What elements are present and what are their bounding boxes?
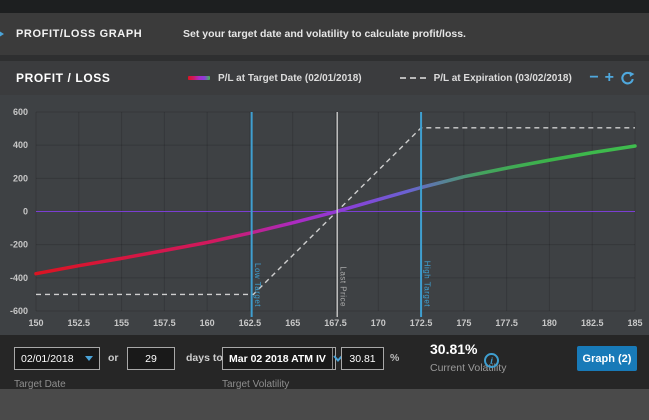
low-target-label: Low Target — [253, 263, 262, 307]
x-axis-tick-label: 160 — [200, 318, 215, 328]
y-axis-tick-label: 600 — [13, 107, 28, 117]
zoom-in-icon[interactable]: + — [605, 70, 614, 86]
target-date-select[interactable]: 02/01/2018 — [14, 347, 100, 370]
y-axis-tick-label: 400 — [13, 140, 28, 150]
x-axis-tick-label: 155 — [114, 318, 129, 328]
target-volatility-value: 30.81 — [349, 353, 375, 365]
refresh-icon[interactable] — [620, 71, 635, 86]
page-header: PROFIT/LOSS GRAPH Set your target date a… — [0, 13, 649, 55]
y-axis-tick-label: 0 — [23, 207, 28, 217]
x-axis-tick-label: 152.5 — [68, 318, 91, 328]
x-axis-tick-label: 175 — [456, 318, 471, 328]
instruction-text: Set your target date and volatility to c… — [0, 28, 649, 40]
target-volatility-input[interactable]: 30.81 — [341, 347, 384, 370]
dashed-line-swatch — [400, 77, 426, 79]
legend-item-target-date[interactable]: P/L at Target Date (02/01/2018) — [188, 73, 362, 84]
zoom-out-icon[interactable]: − — [589, 70, 598, 86]
x-axis-tick-label: 165 — [285, 318, 300, 328]
x-axis-tick-label: 157.5 — [153, 318, 176, 328]
y-axis-tick-label: -600 — [10, 306, 28, 316]
target-volatility-selected: Mar 02 2018 ATM IV — [223, 353, 332, 365]
top-strip — [0, 0, 649, 13]
y-axis-tick-label: -200 — [10, 240, 28, 250]
target-date-label: Target Date — [14, 379, 66, 390]
info-icon[interactable]: i — [484, 353, 499, 368]
last-price-label: Last Price — [339, 266, 348, 307]
legend-label: P/L at Target Date (02/01/2018) — [218, 73, 362, 84]
chart-header: PROFIT / LOSS P/L at Target Date (02/01/… — [0, 61, 649, 95]
profit-loss-chart[interactable]: 600 400 200 0 -200 -400 -600150 152.5 155 157.5 16… — [0, 95, 649, 335]
chart-panel: PROFIT / LOSS P/L at Target Date (02/01/… — [0, 61, 649, 335]
bottom-strip — [0, 389, 649, 420]
x-axis-tick-label: 177.5 — [495, 318, 518, 328]
control-bar: 02/01/2018 or 29 days to go Target Date … — [0, 335, 649, 389]
legend-item-expiration[interactable]: P/L at Expiration (03/02/2018) — [400, 73, 572, 84]
days-to-go-value: 29 — [145, 353, 157, 365]
x-axis-tick-label: 150 — [28, 318, 43, 328]
y-axis-tick-label: -400 — [10, 273, 28, 283]
target-volatility-label: Target Volatility — [222, 379, 289, 390]
y-axis-tick-label: 200 — [13, 173, 28, 183]
x-axis-tick-label: 170 — [371, 318, 386, 328]
graph-button[interactable]: Graph (2) — [577, 346, 637, 371]
chart-title: PROFIT / LOSS — [16, 71, 110, 85]
x-axis-tick-label: 162.5 — [239, 318, 262, 328]
days-to-go-input[interactable]: 29 — [127, 347, 175, 370]
legend-label: P/L at Expiration (03/02/2018) — [434, 73, 572, 84]
x-axis-tick-label: 182.5 — [581, 318, 604, 328]
percent-sign: % — [390, 352, 399, 364]
profit-loss-graph-app: PROFIT/LOSS GRAPH Set your target date a… — [0, 0, 649, 420]
dropdown-triangle-icon — [85, 356, 93, 361]
x-axis-tick-label: 167.5 — [324, 318, 347, 328]
or-text: or — [108, 352, 119, 364]
current-volatility-value: 30.81% — [430, 341, 477, 357]
x-axis-tick-label: 180 — [542, 318, 557, 328]
chart-toolbar: − + — [589, 61, 635, 95]
gradient-line-swatch — [188, 76, 210, 80]
x-axis-tick-label: 172.5 — [410, 318, 433, 328]
chart-legend: P/L at Target Date (02/01/2018) P/L at E… — [188, 61, 572, 95]
target-date-value: 02/01/2018 — [21, 353, 74, 365]
target-volatility-select[interactable]: Mar 02 2018 ATM IV — [222, 347, 336, 370]
x-axis-tick-label: 185 — [627, 318, 642, 328]
high-target-label: High Target — [423, 261, 432, 308]
